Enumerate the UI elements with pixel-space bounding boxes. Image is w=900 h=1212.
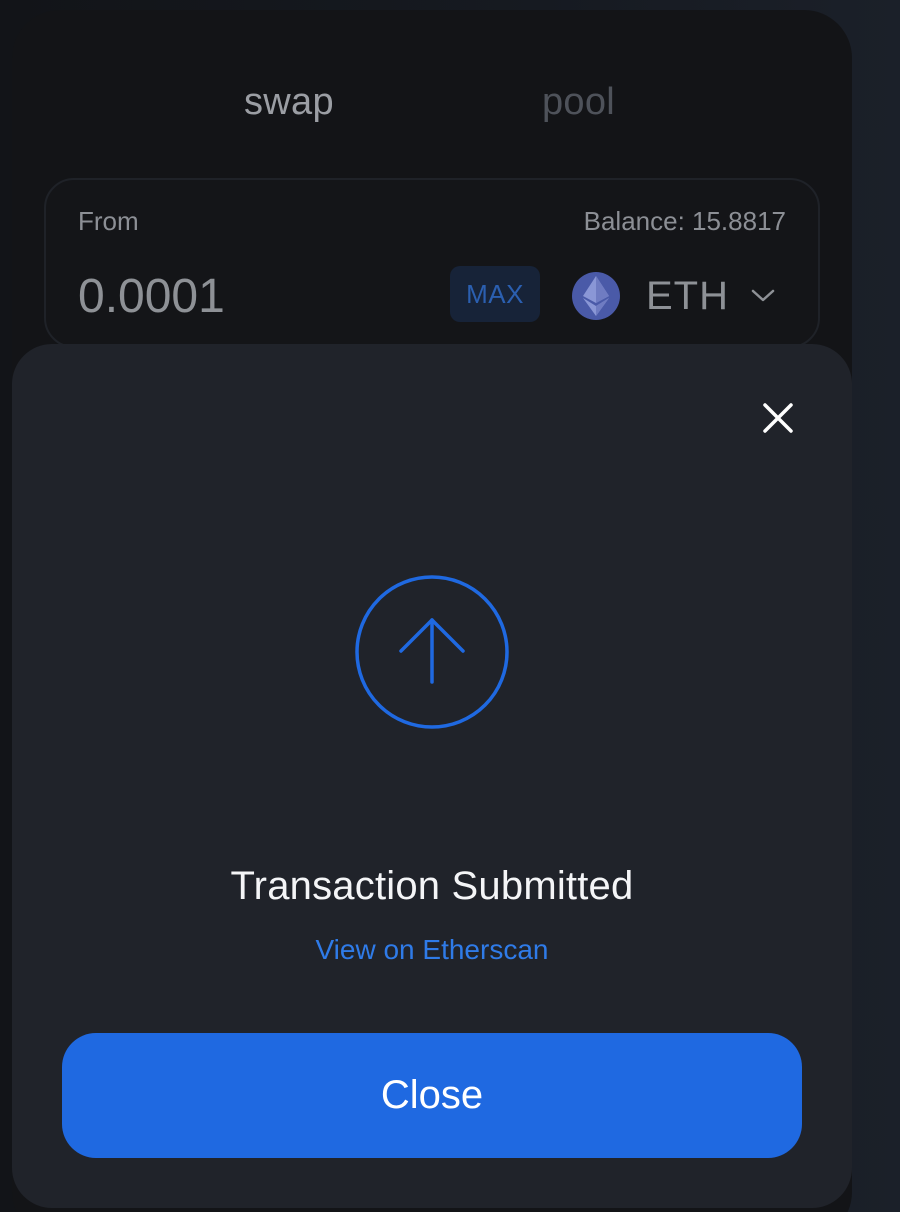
token-select[interactable]: ETH — [572, 266, 782, 326]
token-symbol: ETH — [646, 273, 729, 318]
tab-pool[interactable]: pool — [542, 80, 615, 124]
balance-text: Balance: 15.8817 — [583, 206, 786, 236]
view-on-etherscan-link[interactable]: View on Etherscan — [12, 934, 852, 966]
ethereum-icon — [572, 272, 620, 320]
tab-swap[interactable]: swap — [244, 80, 334, 124]
max-button[interactable]: MAX — [450, 266, 540, 322]
close-button[interactable]: Close — [62, 1033, 802, 1158]
transaction-modal: Transaction Submitted View on Etherscan … — [12, 344, 852, 1208]
arrow-up-circle-icon — [354, 574, 510, 730]
from-panel: From Balance: 15.8817 MAX ETH — [44, 178, 820, 348]
amount-input[interactable] — [78, 266, 408, 326]
from-label: From — [78, 206, 139, 236]
chevron-down-icon — [751, 289, 775, 303]
status-title: Transaction Submitted — [230, 864, 634, 908]
page: swap pool From Balance: 15.8817 MAX ETH — [0, 0, 900, 1212]
close-icon[interactable] — [760, 400, 796, 436]
